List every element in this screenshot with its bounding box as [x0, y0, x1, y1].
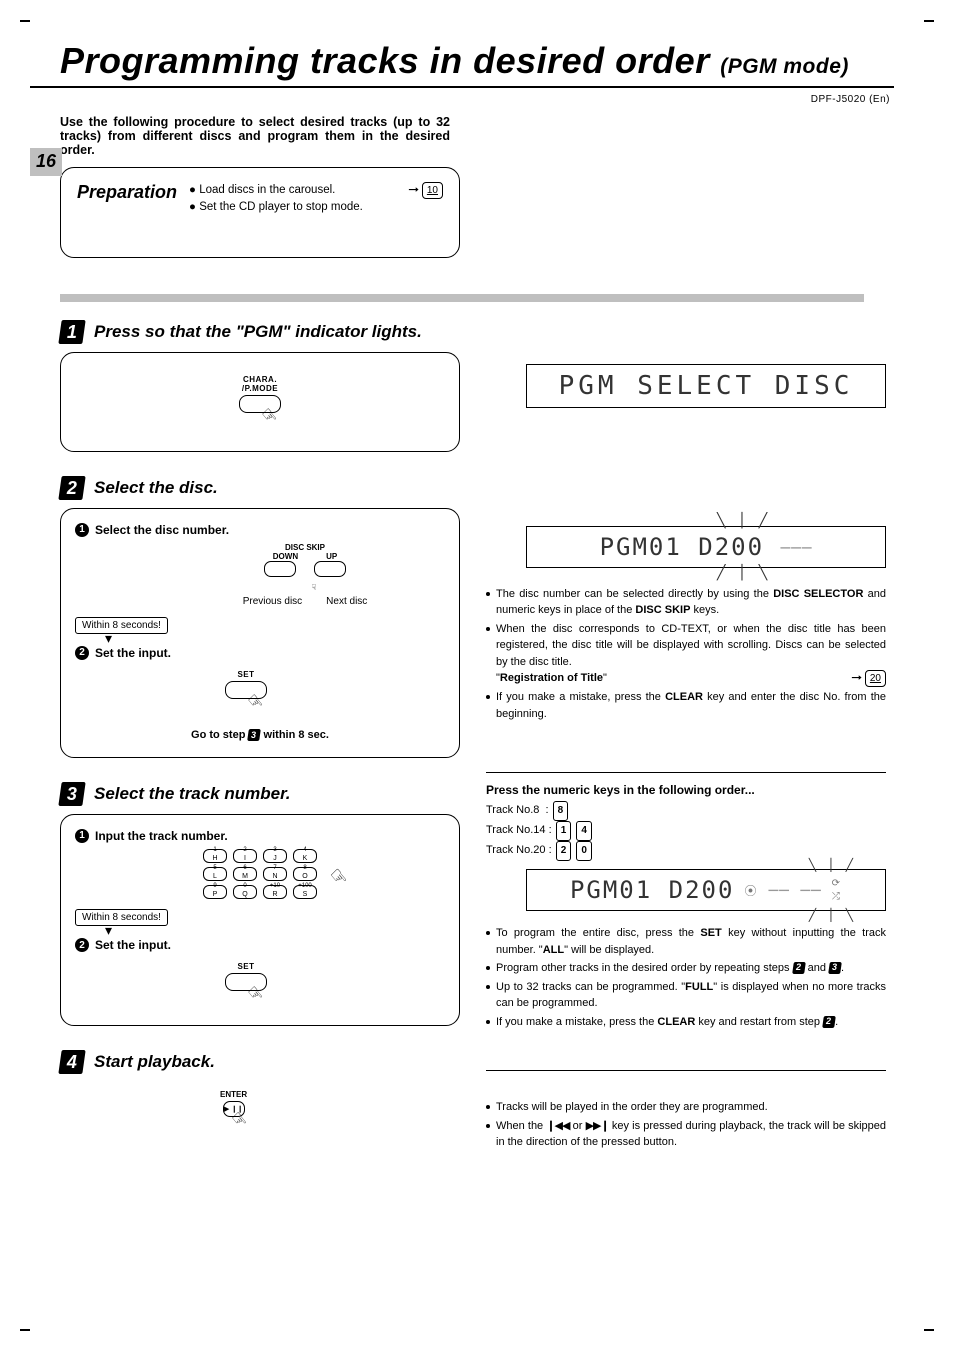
lcd-display-pgm-select: PGM SELECT DISC: [526, 364, 886, 408]
numeric-keypad-graphic: 1H 2I 3J 4K 5L 6M 7N 8O 9P: [203, 849, 317, 899]
arrow-right-icon: ➞: [408, 182, 419, 199]
title-main: Programming tracks in desired order: [60, 40, 710, 81]
title-sub: (PGM mode): [720, 55, 849, 78]
pmode-button-graphic: CHARA. /P.MODE ☟: [239, 375, 281, 431]
set-button-graphic: SET ☟: [225, 962, 267, 1009]
set-button-graphic: SET ☟: [225, 670, 267, 717]
step-4-notes: Tracks will be played in the order they …: [486, 1099, 886, 1151]
preparation-heading: Preparation: [77, 182, 177, 217]
within-8s-callout: Within 8 seconds! ▾: [75, 909, 445, 934]
prep-item-2: ● Set the CD player to stop mode.: [189, 199, 443, 216]
step-4: 4 Start playback. ENTER ▶ ❙❙ ☟: [60, 1050, 460, 1135]
preparation-box: Preparation ● Load discs in the carousel…: [60, 167, 460, 258]
step-2: 2 Select the disc. 1Select the disc numb…: [60, 476, 460, 758]
hand-press-icon: ☟: [230, 1110, 250, 1131]
lcd-track-placeholder-icon: ───: [781, 538, 813, 557]
lcd-shuffle-icon: ⤮: [832, 891, 842, 902]
hand-press-icon: ☟: [312, 583, 317, 592]
numeric-order-title: Press the numeric keys in the following …: [486, 783, 886, 797]
step-2-footer: Go to step 3 within 8 sec.: [75, 729, 445, 741]
arrow-right-icon: ➞: [851, 670, 862, 687]
step-3-sub2: 2Set the input.: [75, 938, 445, 952]
step-3: 3 Select the track number. 1Input the tr…: [60, 782, 460, 1026]
step-ref-3-icon: 3: [248, 729, 262, 741]
next-disc-label: Next disc: [326, 596, 367, 607]
step-3-notes: To program the entire disc, press the SE…: [486, 925, 886, 1030]
step-ref-3-icon: 3: [828, 962, 842, 974]
intro-paragraph: Use the following procedure to select de…: [60, 115, 450, 157]
lcd-repeat-icon: ⟳: [832, 878, 842, 889]
step-3-title: Select the track number.: [94, 784, 291, 804]
step-2-title: Select the disc.: [94, 478, 218, 498]
previous-disc-label: Previous disc: [243, 596, 302, 607]
enter-button-graphic: ENTER ▶ ❙❙ ☟: [220, 1090, 247, 1135]
lcd-display-pgm01-d200: PGM01 D200 ─── ╲ │ ╱ ╱ │ ╲: [526, 526, 886, 568]
step-ref-2-icon: 2: [822, 1016, 836, 1028]
prep-item-1: ● Load discs in the carousel.: [189, 182, 335, 199]
model-label: DPF-J5020 (En): [30, 94, 890, 105]
page-title: Programming tracks in desired order (PGM…: [60, 40, 894, 82]
prev-track-icon: ❙◀◀: [546, 1118, 569, 1135]
step-2-sub1: 1Select the disc number.: [75, 523, 445, 537]
within-8s-callout: Within 8 seconds! ▾: [75, 617, 445, 642]
disc-skip-up-icon: [314, 561, 346, 577]
numeric-order-examples: Track No.8 : 8 Track No.14 : 1 4 Track N…: [486, 801, 886, 861]
step-1: 1 Press so that the "PGM" indicator ligh…: [60, 320, 460, 452]
step-ref-2-icon: 2: [792, 962, 806, 974]
step-2-sub2: 2Set the input.: [75, 646, 445, 660]
lcd-display-pgm01-d200-track: PGM01 D200 ⦿ ── ── ⟳ ⤮ ╲ │ ╱ ╱ │ ╲: [526, 869, 886, 911]
divider-line: [486, 1070, 886, 1071]
disc-skip-graphic: DISC SKIP DOWNUP ☟ Previous disc Next di…: [165, 543, 445, 607]
lcd-disc-icon: ⦿: [744, 882, 758, 899]
hand-press-icon: ☟: [326, 864, 351, 891]
step-number-badge: 2: [58, 476, 85, 500]
page-ref-10: ➞ 10: [409, 182, 443, 199]
section-divider: [60, 294, 864, 302]
step-4-title: Start playback.: [94, 1052, 215, 1072]
step-number-badge: 1: [58, 320, 85, 344]
step-1-title: Press so that the "PGM" indicator lights…: [94, 322, 422, 342]
page-number: 16: [30, 148, 62, 176]
divider-line: [486, 772, 886, 773]
step-number-badge: 4: [58, 1050, 85, 1074]
next-track-icon: ▶▶❙: [586, 1118, 609, 1135]
step-2-notes: The disc number can be selected directly…: [486, 586, 886, 723]
step-3-sub1: 1Input the track number.: [75, 829, 445, 843]
step-number-badge: 3: [58, 782, 85, 806]
disc-skip-down-icon: [264, 561, 296, 577]
page-ref-20: ➞ 20: [852, 670, 886, 687]
